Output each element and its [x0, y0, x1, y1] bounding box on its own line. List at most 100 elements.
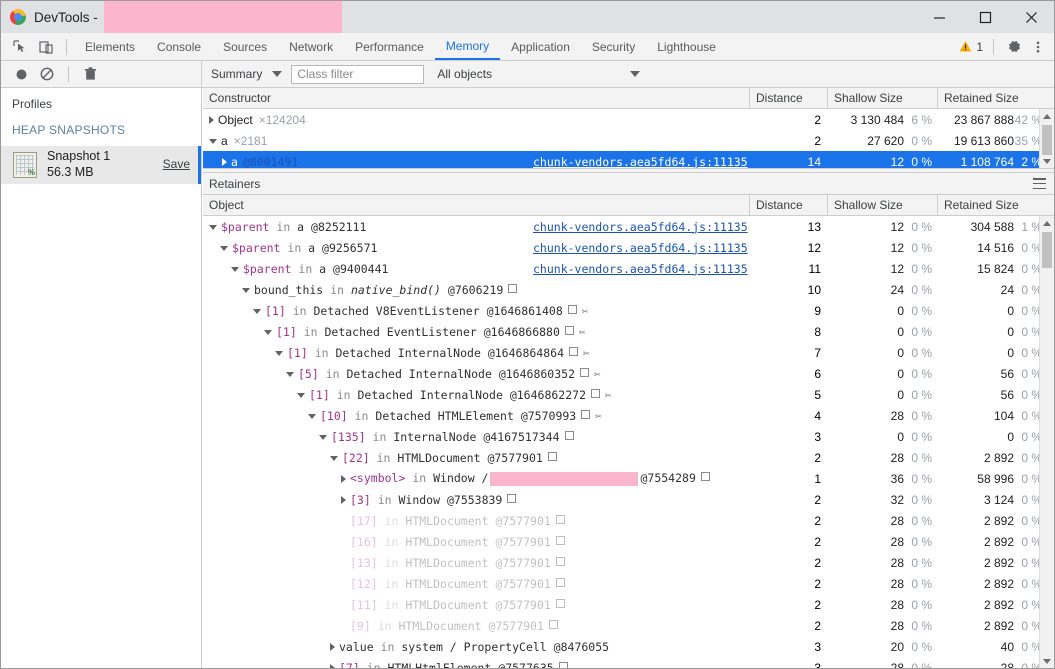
scroll-down-arrow-icon[interactable] [1040, 654, 1054, 668]
table-row[interactable]: [1] in Detached InternalNode @1646864864… [203, 342, 1054, 363]
table-row[interactable]: [7] in HTMLHtmlElement @75776353280 %280… [203, 657, 1054, 668]
triangle-expanded-icon[interactable] [253, 309, 261, 314]
table-row[interactable]: [135] in InternalNode @4167517344300 %00… [203, 426, 1054, 447]
dom-node-badge-icon[interactable] [565, 326, 574, 335]
hamburger-menu-icon[interactable] [1033, 178, 1046, 189]
triangle-expanded-icon[interactable] [330, 456, 338, 461]
dom-node-badge-icon[interactable] [569, 347, 578, 356]
scroll-up-arrow-icon[interactable] [1040, 109, 1054, 123]
table-row[interactable]: [5] in Detached InternalNode @1646860352… [203, 363, 1054, 384]
column-header-retained-size[interactable]: Retained Size [938, 195, 1048, 216]
triangle-expanded-icon[interactable] [242, 288, 250, 293]
dom-node-badge-icon[interactable] [556, 557, 565, 566]
table-row[interactable]: value in system / PropertyCell @84760553… [203, 636, 1054, 657]
dom-node-badge-icon[interactable] [548, 452, 557, 461]
dom-node-badge-icon[interactable] [556, 578, 565, 587]
column-header-retained-size[interactable]: Retained Size [938, 88, 1048, 109]
table-row[interactable]: $parent in a @9400441chunk-vendors.aea5f… [203, 258, 1054, 279]
more-vertical-icon[interactable] [1026, 35, 1050, 59]
tab-elements[interactable]: Elements [74, 33, 146, 60]
dom-node-badge-icon[interactable] [556, 515, 565, 524]
table-row[interactable]: [1] in Detached EventListener @164686688… [203, 321, 1054, 342]
scroll-up-arrow-icon[interactable] [1040, 216, 1054, 230]
tab-application[interactable]: Application [500, 33, 581, 60]
clear-button[interactable] [34, 61, 60, 87]
dom-node-badge-icon[interactable] [568, 305, 577, 314]
warning-indicator[interactable]: 1 [959, 40, 983, 54]
table-row[interactable]: [1] in Detached InternalNode @1646862272… [203, 384, 1054, 405]
triangle-expanded-icon[interactable] [209, 139, 217, 144]
tab-lighthouse[interactable]: Lighthouse [646, 33, 727, 60]
triangle-collapsed-icon[interactable] [341, 496, 346, 504]
column-header-distance[interactable]: Distance [750, 195, 828, 216]
triangle-collapsed-icon[interactable] [209, 116, 214, 124]
retainers-scrollbar[interactable] [1039, 216, 1054, 668]
dom-node-badge-icon[interactable] [507, 494, 516, 503]
constructor-scrollbar[interactable] [1039, 109, 1054, 168]
triangle-expanded-icon[interactable] [220, 246, 228, 251]
sidebar-item-snapshot-1[interactable]: % Snapshot 1 56.3 MB Save [1, 146, 201, 184]
dom-node-badge-icon[interactable] [591, 389, 600, 398]
dom-node-badge-icon[interactable] [549, 620, 558, 629]
device-toolbar-icon[interactable] [33, 34, 59, 60]
triangle-collapsed-icon[interactable] [330, 664, 335, 669]
column-header-shallow-size[interactable]: Shallow Size [828, 88, 938, 109]
window-minimize-button[interactable] [916, 1, 962, 33]
gear-icon[interactable] [1002, 35, 1026, 59]
triangle-expanded-icon[interactable] [308, 414, 316, 419]
source-link[interactable]: chunk-vendors.aea5fd64.js:11135 [533, 220, 748, 234]
source-link[interactable]: chunk-vendors.aea5fd64.js:11135 [533, 155, 748, 169]
table-row[interactable]: <symbol> in Window /@75542891360 %58 996… [203, 468, 1054, 489]
dom-node-badge-icon[interactable] [581, 410, 590, 419]
source-link[interactable]: chunk-vendors.aea5fd64.js:11135 [533, 241, 748, 255]
dom-node-badge-icon[interactable] [559, 662, 568, 669]
inspect-element-icon[interactable] [7, 34, 33, 60]
scrollbar-thumb[interactable] [1042, 232, 1052, 268]
column-header-shallow-size[interactable]: Shallow Size [828, 195, 938, 216]
column-header-constructor[interactable]: Constructor [203, 88, 750, 109]
class-filter-input[interactable]: Class filter [291, 65, 424, 84]
dom-node-badge-icon[interactable] [556, 536, 565, 545]
source-link[interactable]: chunk-vendors.aea5fd64.js:11135 [533, 262, 748, 276]
dom-node-badge-icon[interactable] [701, 472, 710, 481]
tab-memory[interactable]: Memory [435, 33, 500, 60]
triangle-expanded-icon[interactable] [231, 267, 239, 272]
triangle-collapsed-icon[interactable] [222, 158, 227, 166]
table-row[interactable]: [16] in HTMLDocument @75779012280 %2 892… [203, 531, 1054, 552]
table-row[interactable]: [1] in Detached V8EventListener @1646861… [203, 300, 1054, 321]
tab-performance[interactable]: Performance [344, 33, 435, 60]
delete-button[interactable] [77, 61, 103, 87]
dom-node-badge-icon[interactable] [580, 368, 589, 377]
triangle-expanded-icon[interactable] [275, 351, 283, 356]
view-select[interactable]: Summary [211, 67, 282, 81]
triangle-collapsed-icon[interactable] [341, 475, 346, 483]
scrollbar-thumb[interactable] [1042, 125, 1052, 155]
table-row[interactable]: [11] in HTMLDocument @75779012280 %2 892… [203, 594, 1054, 615]
triangle-expanded-icon[interactable] [319, 435, 327, 440]
table-row[interactable]: [10] in Detached HTMLElement @7570993✂42… [203, 405, 1054, 426]
triangle-expanded-icon[interactable] [286, 372, 294, 377]
triangle-expanded-icon[interactable] [209, 225, 217, 230]
dom-node-badge-icon[interactable] [508, 284, 517, 293]
table-row[interactable]: [13] in HTMLDocument @75779012280 %2 892… [203, 552, 1054, 573]
column-header-object[interactable]: Object [203, 195, 750, 216]
table-row[interactable]: [3] in Window @75538392320 %3 1240 % [203, 489, 1054, 510]
window-close-button[interactable] [1008, 1, 1054, 33]
tab-network[interactable]: Network [278, 33, 344, 60]
table-row[interactable]: $parent in a @8252111chunk-vendors.aea5f… [203, 216, 1054, 237]
tab-console[interactable]: Console [146, 33, 212, 60]
table-row[interactable]: bound_this in native_bind() @76062191024… [203, 279, 1054, 300]
dom-node-badge-icon[interactable] [565, 431, 574, 440]
triangle-collapsed-icon[interactable] [330, 643, 335, 651]
table-row[interactable]: a×2181227 6200 %19 613 86035 % [203, 130, 1054, 151]
chevron-down-icon[interactable] [630, 71, 640, 77]
snapshot-save-link[interactable]: Save [163, 157, 190, 171]
table-row[interactable]: Object×12420423 130 4846 %23 867 88842 % [203, 109, 1054, 130]
triangle-expanded-icon[interactable] [264, 330, 272, 335]
dom-node-badge-icon[interactable] [556, 599, 565, 608]
window-maximize-button[interactable] [962, 1, 1008, 33]
objects-select-value[interactable]: All objects [437, 67, 492, 81]
table-row[interactable]: [12] in HTMLDocument @75779012280 %2 892… [203, 573, 1054, 594]
tab-sources[interactable]: Sources [212, 33, 278, 60]
tab-security[interactable]: Security [581, 33, 646, 60]
